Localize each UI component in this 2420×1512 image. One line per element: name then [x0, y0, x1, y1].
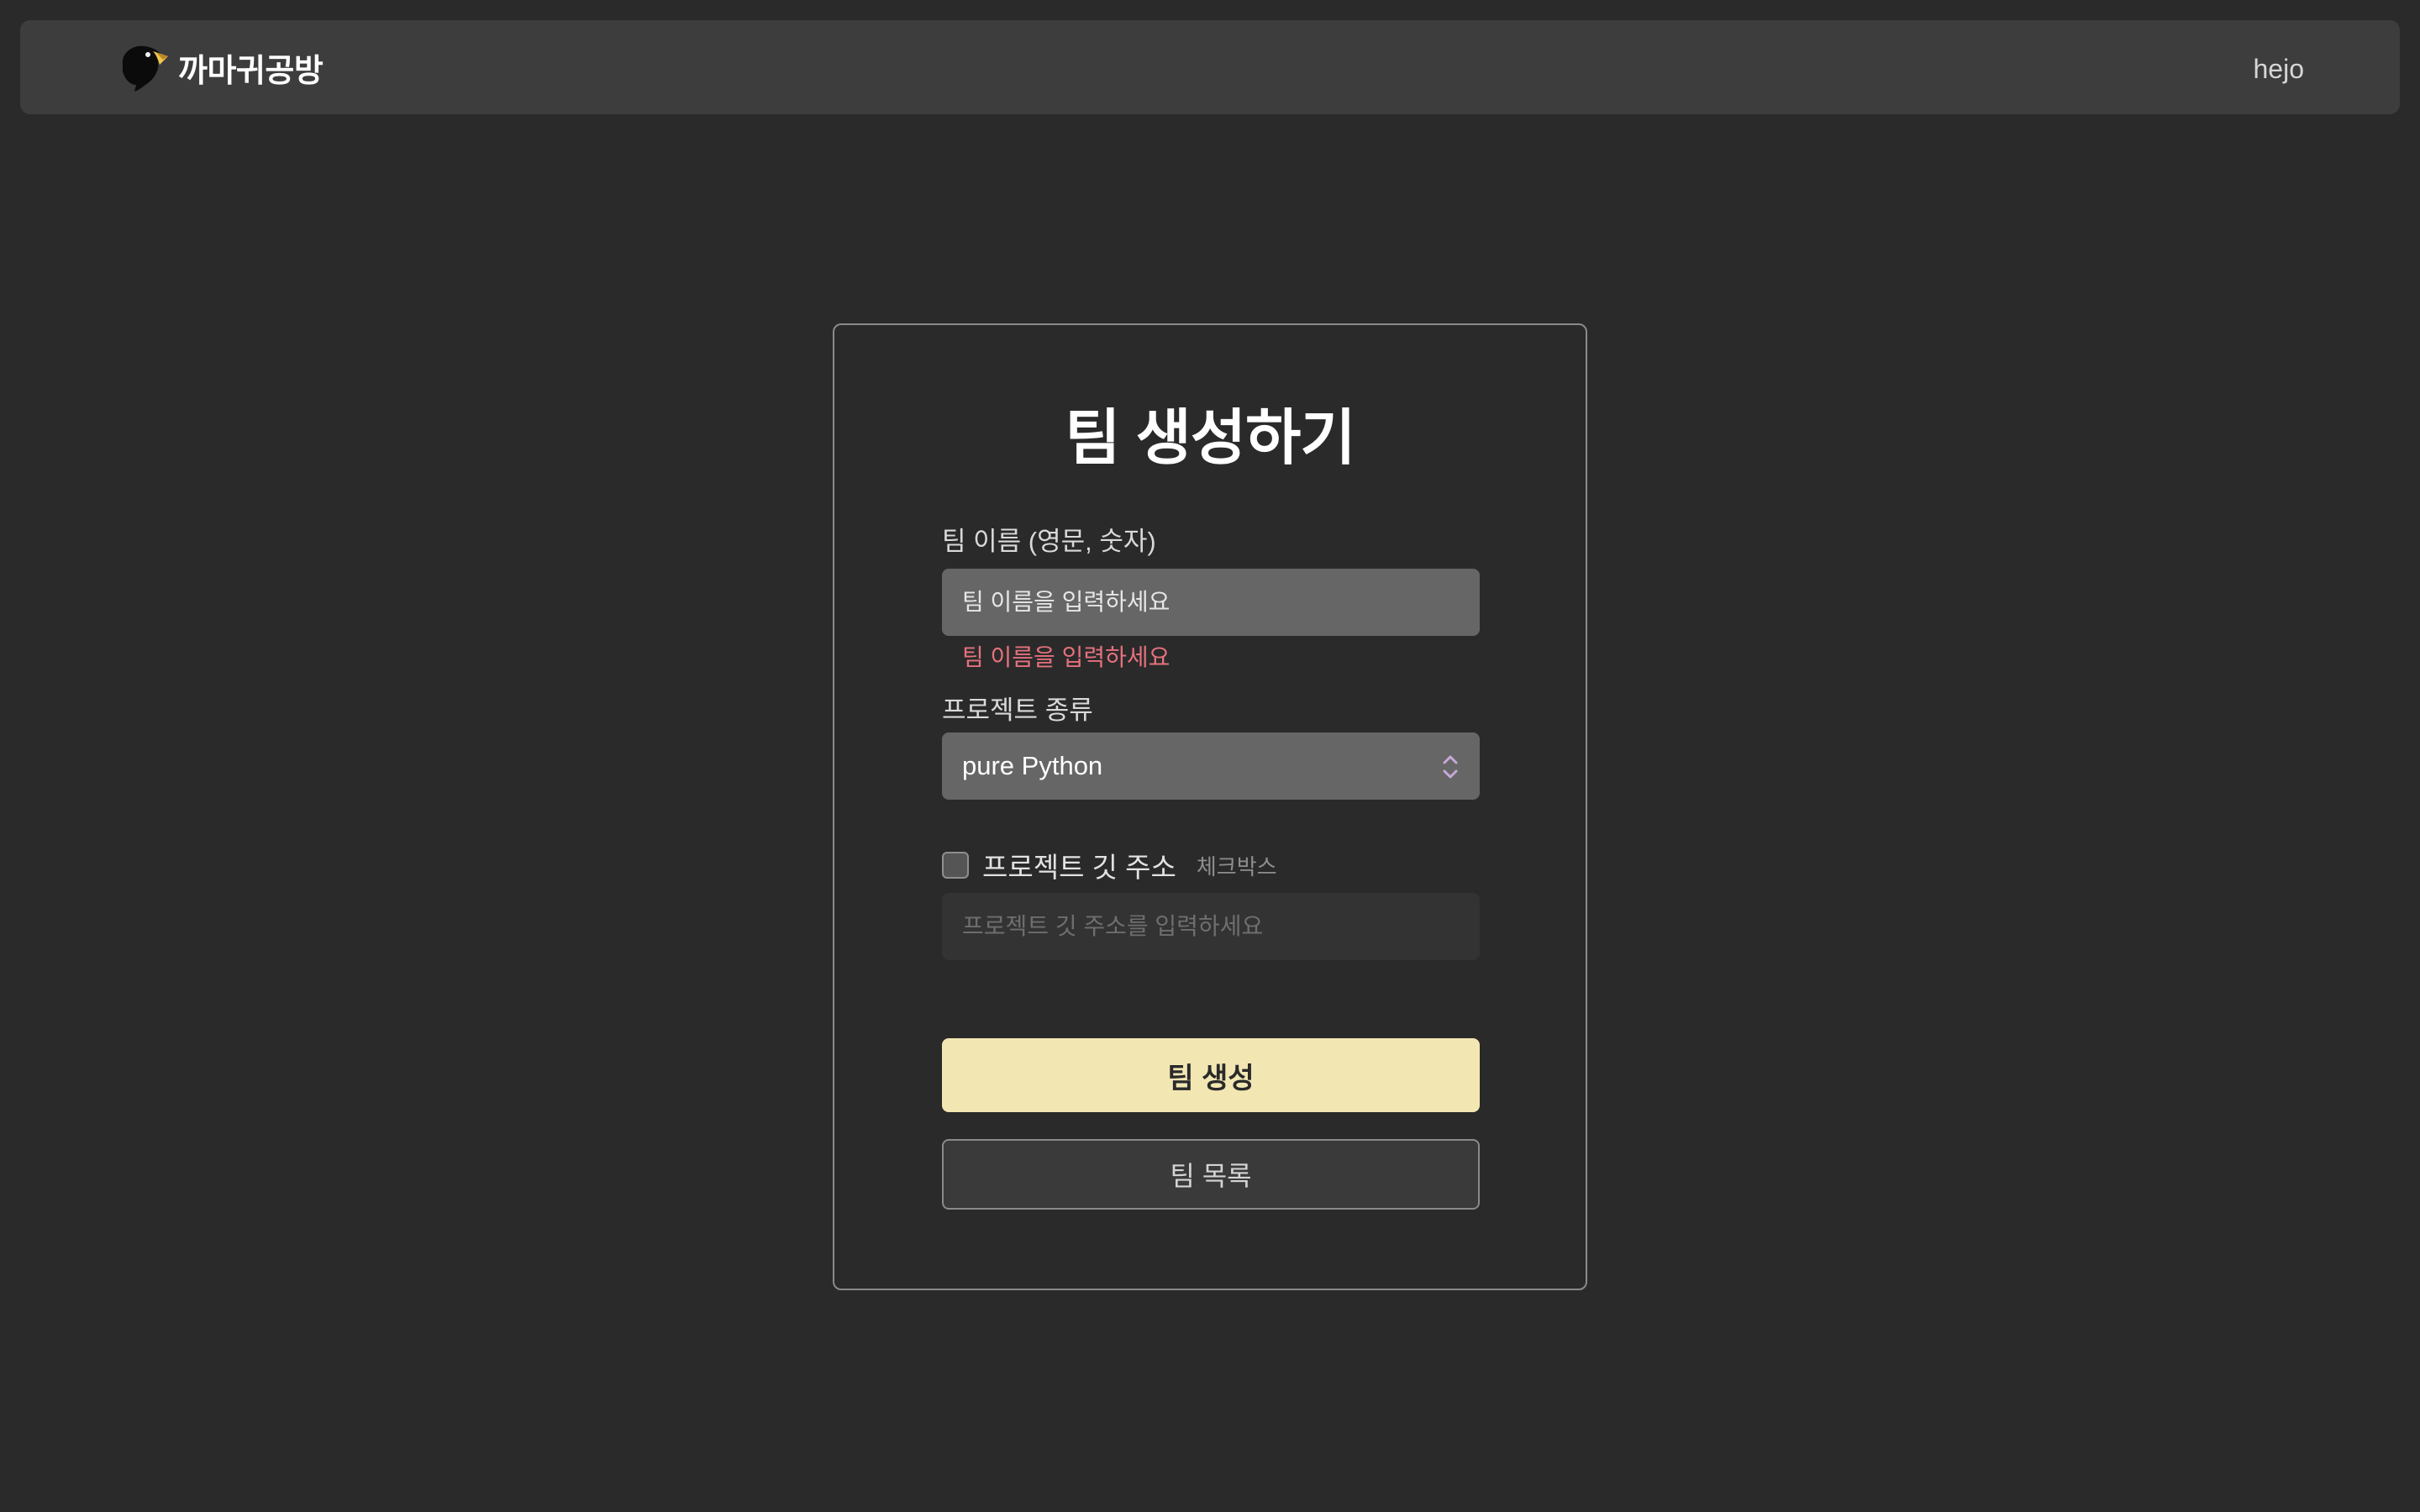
team-name-input[interactable]: [942, 569, 1480, 636]
project-type-select[interactable]: pure Python: [942, 732, 1480, 800]
team-list-button[interactable]: 팀 목록: [942, 1139, 1480, 1210]
git-address-hint: 체크박스: [1196, 853, 1277, 879]
crow-logo-icon: [122, 45, 168, 92]
chevron-up-down-icon: [1443, 755, 1458, 779]
top-navbar: 까마귀공방 hejo: [20, 20, 2400, 114]
git-address-row: 프로젝트 깃 주소 체크박스: [942, 848, 1277, 883]
git-address-label: 프로젝트 깃 주소: [982, 852, 1176, 883]
brand-link[interactable]: 까마귀공방: [114, 39, 324, 96]
git-address-checkbox[interactable]: [942, 852, 969, 879]
project-type-selected-value: pure Python: [962, 751, 1103, 780]
create-team-card: 팀 생성하기 팀 이름 (영문, 숫자) 팀 이름을 입력하세요 프로젝트 종류…: [833, 323, 1587, 1290]
create-team-button[interactable]: 팀 생성: [942, 1038, 1480, 1112]
project-type-label: 프로젝트 종류: [942, 696, 1093, 725]
page-title: 팀 생성하기: [1065, 405, 1355, 472]
git-address-input[interactable]: [942, 893, 1480, 960]
team-name-label: 팀 이름 (영문, 숫자): [942, 527, 1156, 556]
team-name-error: 팀 이름을 입력하세요: [962, 644, 1171, 670]
user-name-link[interactable]: hejo: [2254, 52, 2305, 86]
brand-name: 까마귀공방: [178, 53, 324, 89]
